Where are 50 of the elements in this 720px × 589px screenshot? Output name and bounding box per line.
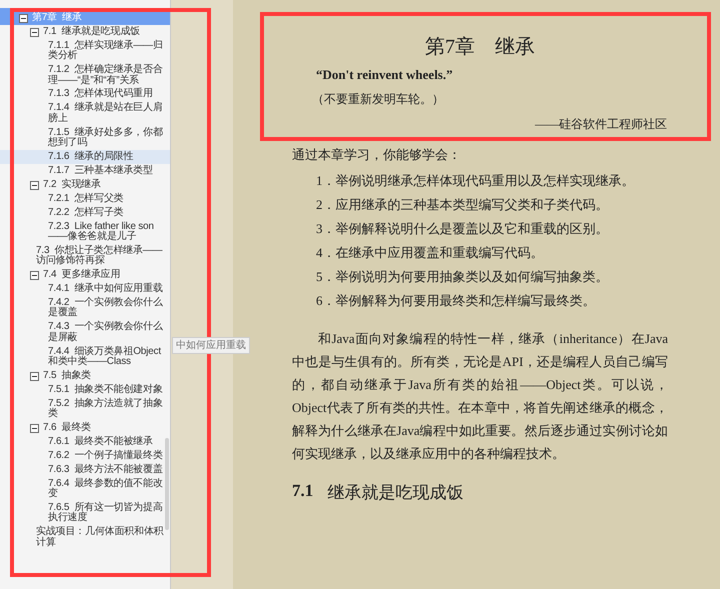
toc-item[interactable]: 7.6 最终类 (0, 421, 170, 435)
toc-item[interactable]: 7.1.7 三种基本继承类型 (0, 164, 170, 178)
objective-item: 4．在继承中应用覆盖和重载编写代码。 (316, 244, 544, 260)
objective-item: 1．举例说明继承怎样体现代码重用以及怎样实现继承。 (316, 172, 636, 188)
toc-item[interactable]: 7.2.3 Like father like son——像爸爸就是儿子 (0, 220, 170, 244)
toc-item[interactable]: 7.5.2 抽象方法造就了抽象类 (0, 396, 170, 421)
toc-item[interactable]: 7.1.6 继承的局限性 (0, 150, 170, 164)
collapse-icon[interactable] (30, 180, 39, 190)
body-paragraph: 和Java面向对象编程的特性一样，继承（inheritance）在Java中也是与生俱有的。所有类，无论是API，还是编程人员自己编写的，都自动继承于Java所有类的始祖——Object类。可以说，Object代表了所有类的共性。在本章中，将首先阐述继承的概念，解释为什么继承在Java编程中如此重要。然后逐步通过实例讨论如何实现继承，以及继承应用中的各种编程技术。 (292, 330, 668, 463)
toc-item[interactable]: 7.4.3 一个实例教会你什么是屏蔽 (0, 320, 170, 345)
epigraph-translation: （不要重新发明车轮。） (312, 91, 445, 108)
tooltip: 中如何应用重载 (172, 337, 250, 354)
toc-item[interactable]: 7.4.2 一个实例教会你什么是覆盖 (0, 296, 170, 320)
objective-item: 2．应用继承的三种基本类型编写父类和子类代码。 (316, 196, 610, 212)
toc-item[interactable]: 7.6.1 最终类不能被继承 (0, 434, 170, 449)
section-number: 7.1 (292, 481, 314, 502)
toc-item[interactable]: 7.1.3 怎样体现代码重用 (0, 87, 170, 102)
toc-item[interactable]: 7.1 继承就是吃现成饭 (0, 24, 170, 39)
toc-item[interactable]: 7.4.4 细谈万类鼻祖Object和类中类——Class (0, 344, 170, 369)
toc-item[interactable]: 7.5.1 抽象类不能创建对象 (0, 382, 170, 397)
toc-item[interactable]: 7.3 你想让子类怎样继承——访问修饰符再探 (0, 244, 170, 268)
collapse-icon[interactable] (30, 372, 39, 381)
toc-item[interactable]: 7.4 更多继承应用 (0, 268, 170, 282)
toc-item[interactable]: 7.1.1 怎样实现继承——归类分析 (0, 38, 170, 64)
collapse-icon[interactable] (30, 271, 39, 280)
toc-item[interactable]: 7.6.5 所有这一切皆为提高执行速度 (0, 500, 170, 526)
toc-item[interactable]: 7.2.2 怎样写子类 (0, 206, 170, 220)
objective-item: 3．举例解释说明什么是覆盖以及它和重载的区别。 (316, 220, 610, 236)
toc-item[interactable]: 7.6.2 一个例子搞懂最终类 (0, 448, 170, 463)
collapse-icon[interactable] (30, 28, 39, 37)
toc-item[interactable]: 7.1.2 怎样确定继承是否合理——“是”和“有”关系 (0, 63, 170, 88)
toc-item[interactable]: 7.1.4 继承就是站在巨人肩膀上 (0, 101, 170, 126)
toc-item[interactable]: 7.5 抽象类 (0, 368, 170, 383)
collapse-icon[interactable] (30, 424, 39, 433)
section-title: 继承就是吃现成饭 (327, 482, 464, 504)
toc-item[interactable]: 实战项目：几何体面积和体积计算 (0, 525, 170, 550)
chapter-title: 第7章 继承 (424, 35, 536, 60)
epigraph: “Don't reinvent wheels.” (316, 67, 454, 83)
objective-item: 6．举例解释为何要用最终类和怎样编写最终类。 (316, 292, 596, 308)
collapse-icon[interactable] (19, 14, 28, 23)
toc-item[interactable]: 7.6.3 最终方法不能被覆盖 (0, 462, 170, 477)
attribution: ——硅谷软件工程师社区 (534, 116, 668, 133)
objective-item: 5．举例说明为何要用抽象类以及如何编写抽象类。 (316, 268, 610, 284)
toc-item[interactable]: 7.6.4 最终参数的值不能改变 (0, 476, 170, 501)
toc-item[interactable]: 7.4.1 继承中如何应用重载 (0, 282, 170, 296)
intro-text: 通过本章学习，你能够学会： (292, 146, 462, 164)
scrollbar-thumb[interactable] (165, 438, 169, 530)
toc-item[interactable]: 7.1.5 继承好处多多，你都想到了吗 (0, 126, 170, 150)
toc-item[interactable]: 7.2.1 怎样写父类 (0, 192, 170, 206)
toc-item[interactable]: 7.2 实现继承 (0, 178, 170, 192)
